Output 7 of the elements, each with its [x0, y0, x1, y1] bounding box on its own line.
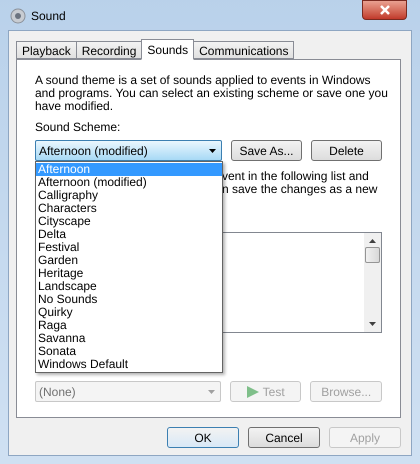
description-text: A sound theme is a set of sounds applied to events in Windows and programs. You can select an existing scheme or save one you have modified.	[35, 74, 389, 113]
window-title: Sound	[31, 9, 66, 23]
description-text: vent in the following list and	[222, 170, 370, 183]
scheme-value: Afternoon (modified)	[39, 142, 148, 160]
sound-value: (None)	[39, 384, 76, 400]
scheme-label: Sound Scheme:	[35, 121, 122, 134]
description-text: n save the changes as a new	[222, 183, 378, 196]
